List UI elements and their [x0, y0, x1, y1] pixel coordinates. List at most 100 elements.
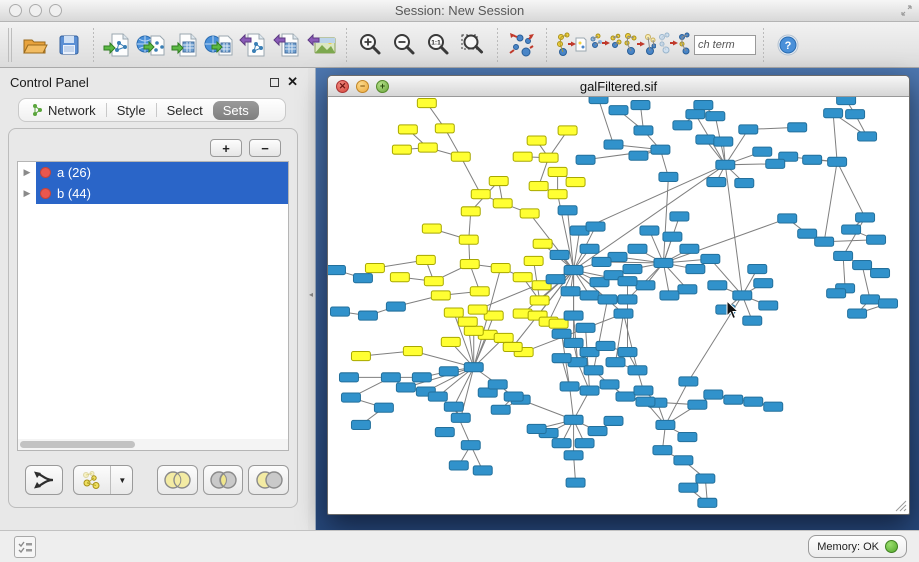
graph-edge[interactable]	[580, 165, 726, 231]
graph-node[interactable]	[670, 212, 689, 221]
close-panel-icon[interactable]: ✕	[287, 77, 298, 87]
graph-node[interactable]	[330, 307, 349, 316]
zoom-out-button[interactable]	[388, 27, 422, 63]
graph-node[interactable]	[618, 277, 637, 286]
save-session-button[interactable]	[52, 27, 86, 63]
graph-node[interactable]	[766, 159, 785, 168]
graph-node[interactable]	[735, 178, 754, 187]
graph-node[interactable]	[636, 397, 655, 406]
graph-node-selected[interactable]	[468, 305, 487, 314]
resize-grip[interactable]	[893, 498, 907, 512]
graph-node[interactable]	[856, 213, 875, 222]
graph-node[interactable]	[609, 106, 628, 115]
graph-node[interactable]	[673, 121, 692, 130]
split-set-button[interactable]	[25, 465, 63, 495]
graph-node[interactable]	[580, 244, 599, 253]
zoom-in-button[interactable]	[354, 27, 388, 63]
graph-edge[interactable]	[594, 299, 608, 370]
graph-node[interactable]	[586, 222, 605, 231]
graph-node-selected[interactable]	[418, 143, 437, 152]
graph-node[interactable]	[696, 474, 715, 483]
graph-node[interactable]	[879, 299, 898, 308]
graph-node[interactable]	[561, 287, 580, 296]
graph-node[interactable]	[764, 402, 783, 411]
graph-node[interactable]	[629, 151, 648, 160]
graph-node[interactable]	[550, 250, 569, 259]
graph-node[interactable]	[871, 269, 890, 278]
apply-layout-button[interactable]	[505, 27, 539, 63]
graph-node[interactable]	[504, 392, 523, 401]
graph-node[interactable]	[708, 281, 727, 290]
graph-node[interactable]	[381, 373, 400, 382]
search-input[interactable]	[694, 35, 756, 55]
graph-node[interactable]	[592, 257, 611, 266]
graph-node-selected[interactable]	[558, 126, 577, 135]
union-sets-button[interactable]	[157, 465, 198, 495]
graph-node[interactable]	[803, 155, 822, 164]
graph-node[interactable]	[759, 301, 778, 310]
graph-node[interactable]	[564, 451, 583, 460]
zoom-fit-selected-button[interactable]	[456, 27, 490, 63]
graph-node[interactable]	[714, 137, 733, 146]
graph-node[interactable]	[552, 354, 571, 363]
graph-node[interactable]	[824, 109, 843, 118]
graph-node[interactable]	[614, 309, 633, 318]
graph-node[interactable]	[748, 265, 767, 274]
graph-node[interactable]	[660, 291, 679, 300]
graph-node[interactable]	[374, 403, 393, 412]
graph-node[interactable]	[576, 155, 595, 164]
graph-node[interactable]	[674, 456, 693, 465]
graph-node[interactable]	[575, 439, 594, 448]
graph-node-selected[interactable]	[513, 273, 532, 282]
network-window-titlebar[interactable]: ✕ − + galFiltered.sif	[328, 76, 909, 97]
graph-node[interactable]	[858, 132, 877, 141]
graph-edge[interactable]	[843, 217, 865, 255]
remove-set-button[interactable]: −	[249, 139, 281, 157]
help-button[interactable]: ?	[771, 27, 805, 63]
hscrollbar-thumb[interactable]	[20, 441, 135, 448]
memory-status-button[interactable]: Memory: OK	[808, 535, 907, 558]
graph-node[interactable]	[341, 393, 360, 402]
graph-node[interactable]	[546, 275, 565, 284]
graph-node[interactable]	[491, 405, 510, 414]
graph-node[interactable]	[596, 341, 615, 350]
set-row[interactable]: ▶b (44)	[18, 183, 288, 204]
graph-node[interactable]	[744, 397, 763, 406]
expander-icon[interactable]: ▶	[18, 167, 36, 178]
new-network-selected-nodes-edges-button[interactable]	[588, 27, 622, 63]
graph-node[interactable]	[743, 316, 762, 325]
graph-node[interactable]	[688, 400, 707, 409]
graph-node[interactable]	[412, 373, 431, 382]
graph-node[interactable]	[696, 135, 715, 144]
graph-edge[interactable]	[833, 113, 837, 162]
graph-node[interactable]	[449, 461, 468, 470]
tab-sets[interactable]: Sets	[213, 101, 259, 120]
graph-node-selected[interactable]	[493, 199, 512, 208]
graph-node[interactable]	[636, 281, 655, 290]
graph-node[interactable]	[604, 416, 623, 425]
graph-node[interactable]	[694, 101, 713, 110]
export-table-button[interactable]	[271, 27, 305, 63]
graph-node-selected[interactable]	[416, 255, 435, 264]
graph-node-selected[interactable]	[351, 352, 370, 361]
tab-select[interactable]: Select	[157, 101, 213, 120]
graph-node-selected[interactable]	[444, 308, 463, 317]
graph-node[interactable]	[616, 392, 635, 401]
graph-node[interactable]	[527, 424, 546, 433]
graph-edge[interactable]	[824, 162, 837, 242]
open-session-button[interactable]	[18, 27, 52, 63]
panel-splitter[interactable]: ◂	[308, 68, 316, 530]
graph-node-selected[interactable]	[530, 296, 549, 305]
graph-node[interactable]	[686, 110, 705, 119]
graph-node-selected[interactable]	[461, 207, 480, 216]
graph-node[interactable]	[588, 426, 607, 435]
export-network-button[interactable]	[237, 27, 271, 63]
graph-node-selected[interactable]	[471, 190, 490, 199]
graph-node[interactable]	[828, 157, 847, 166]
graph-node[interactable]	[628, 366, 647, 375]
export-image-button[interactable]	[305, 27, 339, 63]
graph-node-selected[interactable]	[460, 259, 479, 268]
graph-node[interactable]	[716, 160, 735, 169]
graph-node[interactable]	[778, 214, 797, 223]
import-table-file-button[interactable]	[169, 27, 203, 63]
